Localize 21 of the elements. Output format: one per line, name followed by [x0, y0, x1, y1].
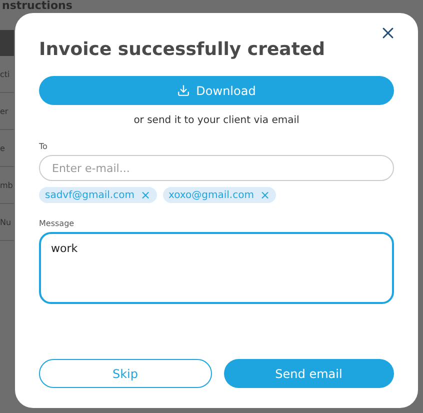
hint-text: or send it to your client via email — [132, 115, 300, 126]
field-label: To — [39, 142, 48, 151]
toolbar-bar — [0, 30, 14, 56]
table-text: cti — [0, 70, 10, 78]
download-icon — [177, 84, 190, 97]
dialog-title: Invoice successfully created — [39, 39, 326, 60]
email-field[interactable]: Enter e-mail... — [39, 155, 394, 181]
table-text: mb — [0, 180, 13, 190]
download-button[interactable]: Download — [39, 76, 394, 105]
page-heading: nstructions — [1, 0, 74, 12]
skip-button[interactable]: Skip — [39, 359, 212, 388]
send-button[interactable]: Send email — [224, 359, 394, 388]
table-text: er — [0, 106, 8, 116]
chip-text: sadvf@gmail.com — [45, 190, 134, 200]
message-field[interactable]: work — [39, 232, 394, 304]
remove-button[interactable]: × — [140, 189, 150, 201]
field-label: Message — [39, 219, 76, 228]
chip-text: xoxo@gmail.com — [168, 190, 254, 200]
table-text: Nu — [0, 218, 12, 226]
remove-button[interactable]: × — [260, 189, 270, 201]
table-text: e — [0, 144, 5, 152]
